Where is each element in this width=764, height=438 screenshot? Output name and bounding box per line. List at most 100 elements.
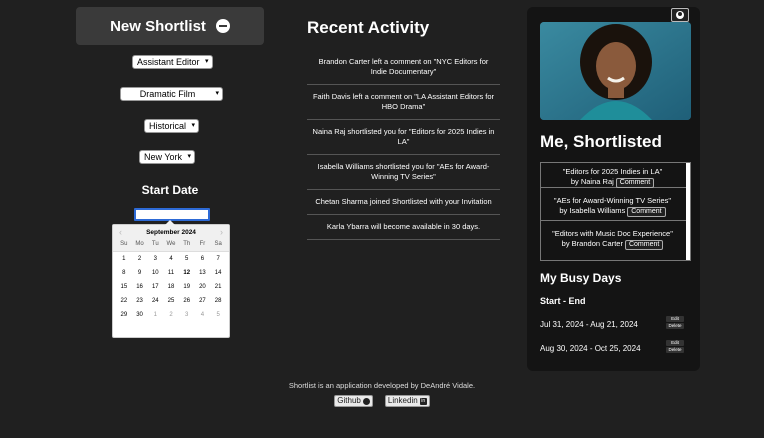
weekday-label: Mo bbox=[135, 241, 144, 247]
calendar-day[interactable]: 6 bbox=[195, 256, 211, 262]
calendar-day[interactable]: 1 bbox=[116, 256, 132, 262]
shortlist-item: "Editors with Music Doc Experience" by B… bbox=[541, 221, 690, 258]
busy-range-text: Jul 31, 2024 - Aug 21, 2024 bbox=[540, 320, 638, 329]
date-picker-calendar: ‹ September 2024 › Su Mo Tu We Th Fr Sa … bbox=[112, 220, 230, 338]
comment-button[interactable]: Comment bbox=[624, 240, 664, 250]
shortlist-item-owner: by Brandon Carter bbox=[561, 239, 623, 248]
comment-button[interactable]: Comment bbox=[615, 178, 655, 188]
calendar-day[interactable]: 13 bbox=[195, 270, 211, 276]
chevron-down-icon: ▾ bbox=[191, 122, 196, 129]
chevron-down-icon: ▾ bbox=[215, 90, 219, 97]
github-link[interactable]: Github bbox=[334, 395, 373, 407]
calendar-day[interactable]: 12 bbox=[179, 270, 195, 276]
shortlist-item-title: "Editors for 2025 Indies in LA" bbox=[562, 167, 663, 176]
calendar-day[interactable]: 24 bbox=[147, 298, 163, 304]
shortlist-item-owner: by Naina Raj bbox=[570, 177, 614, 186]
chevron-down-icon: ▾ bbox=[187, 153, 192, 160]
shortlist-item: "AEs for Award-Winning TV Series" by Isa… bbox=[541, 188, 690, 221]
calendar-day[interactable]: 9 bbox=[132, 270, 148, 276]
edit-button[interactable]: Edit bbox=[666, 316, 684, 322]
start-date-label: Start Date bbox=[141, 183, 199, 197]
linkedin-icon: in bbox=[419, 397, 427, 405]
weekday-label: Th bbox=[183, 241, 191, 247]
github-link-label: Github bbox=[337, 396, 361, 405]
calendar-day[interactable]: 23 bbox=[132, 298, 148, 304]
calendar-day[interactable]: 29 bbox=[116, 312, 132, 318]
linkedin-link-label: Linkedin bbox=[387, 396, 418, 405]
weekday-label: Tu bbox=[151, 241, 159, 247]
new-shortlist-button[interactable]: New Shortlist bbox=[76, 7, 264, 45]
role-select-value: Assistant Editor bbox=[137, 57, 200, 67]
weekday-label: Su bbox=[120, 241, 128, 247]
genre-select-value: Dramatic Film bbox=[139, 89, 196, 99]
category-select-value: Historical bbox=[149, 121, 187, 131]
role-select[interactable]: Assistant Editor ▾ bbox=[132, 55, 213, 69]
weekday-label: We bbox=[166, 241, 176, 247]
linkedin-link[interactable]: Linkedin in bbox=[384, 395, 430, 407]
calendar-day[interactable]: 4 bbox=[195, 312, 211, 318]
calendar-day[interactable]: 22 bbox=[116, 298, 132, 304]
shortlist-item: "Editors for 2025 Indies in LA" by Naina… bbox=[541, 163, 690, 188]
calendar-day[interactable]: 30 bbox=[132, 312, 148, 318]
calendar-day[interactable]: 3 bbox=[179, 312, 195, 318]
calendar-day[interactable]: 20 bbox=[195, 284, 211, 290]
calendar-day[interactable]: 7 bbox=[210, 256, 226, 262]
calendar-day[interactable]: 18 bbox=[163, 284, 179, 290]
user-icon bbox=[676, 11, 684, 19]
profile-button[interactable] bbox=[671, 8, 689, 22]
calendar-month-label: September 2024 bbox=[146, 229, 196, 236]
busy-range-row: Jul 31, 2024 - Aug 21, 2024 Edit Delete bbox=[540, 316, 688, 332]
location-select[interactable]: New York ▾ bbox=[139, 150, 196, 164]
calendar-day[interactable]: 8 bbox=[116, 270, 132, 276]
calendar-day[interactable]: 27 bbox=[195, 298, 211, 304]
shortlist-item-owner: by Isabella Williams bbox=[559, 206, 626, 215]
chevron-right-icon[interactable]: › bbox=[220, 227, 223, 237]
busy-days-subtitle: Start - End bbox=[540, 296, 586, 306]
activity-item: Faith Davis left a comment on "LA Assist… bbox=[307, 85, 500, 120]
calendar-day[interactable]: 28 bbox=[210, 298, 226, 304]
calendar-day[interactable]: 2 bbox=[163, 312, 179, 318]
calendar-day[interactable]: 25 bbox=[163, 298, 179, 304]
calendar-day[interactable]: 16 bbox=[132, 284, 148, 290]
calendar-day[interactable]: 10 bbox=[147, 270, 163, 276]
busy-range-row: Aug 30, 2024 - Oct 25, 2024 Edit Delete bbox=[540, 340, 688, 356]
weekday-label: Fr bbox=[199, 241, 206, 247]
calendar-day[interactable]: 17 bbox=[147, 284, 163, 290]
shortlist-item-title: "Editors with Music Doc Experience" bbox=[552, 229, 673, 238]
comment-button[interactable]: Comment bbox=[627, 207, 666, 217]
calendar-day[interactable]: 21 bbox=[210, 284, 226, 290]
shortlist-scrollbar[interactable] bbox=[686, 163, 690, 260]
calendar-day[interactable]: 1 bbox=[147, 312, 163, 318]
weekday-label: Sa bbox=[214, 241, 222, 247]
calendar-day[interactable]: 19 bbox=[179, 284, 195, 290]
profile-photo-image bbox=[540, 22, 691, 120]
calendar-day[interactable]: 4 bbox=[163, 256, 179, 262]
github-icon bbox=[362, 397, 370, 405]
calendar-day[interactable]: 2 bbox=[132, 256, 148, 262]
calendar-day[interactable]: 26 bbox=[179, 298, 195, 304]
busy-range-text: Aug 30, 2024 - Oct 25, 2024 bbox=[540, 344, 641, 353]
chevron-down-icon: ▾ bbox=[205, 58, 209, 65]
calendar-header: ‹ September 2024 › Su Mo Tu We Th Fr Sa bbox=[113, 225, 229, 252]
minus-circle-icon bbox=[215, 19, 230, 33]
calendar-day[interactable]: 11 bbox=[163, 270, 179, 276]
location-select-value: New York bbox=[144, 152, 183, 162]
calendar-days-grid: 1 2 3 4 5 6 7 8 9 10 11 12 13 14 15 16 17 18 19 20 21 22 23 24 2… bbox=[113, 252, 229, 318]
shortlist-list: "Editors for 2025 Indies in LA" by Naina… bbox=[540, 162, 691, 261]
genre-select[interactable]: Dramatic Film ▾ bbox=[120, 87, 223, 101]
delete-button[interactable]: Delete bbox=[666, 323, 684, 329]
category-select[interactable]: Historical ▾ bbox=[144, 119, 200, 133]
new-shortlist-label: New Shortlist bbox=[110, 17, 206, 35]
calendar-day[interactable]: 14 bbox=[210, 270, 226, 276]
shortlist-item-title: "AEs for Award-Winning TV Series" bbox=[553, 196, 672, 205]
activity-list: Brandon Carter left a comment on "NYC Ed… bbox=[307, 50, 500, 240]
recent-activity-title: Recent Activity bbox=[307, 18, 430, 37]
edit-button[interactable]: Edit bbox=[666, 340, 684, 346]
calendar-day[interactable]: 5 bbox=[179, 256, 195, 262]
calendar-day[interactable]: 15 bbox=[116, 284, 132, 290]
calendar-weekdays: Su Mo Tu We Th Fr Sa bbox=[116, 241, 226, 247]
calendar-day[interactable]: 5 bbox=[210, 312, 226, 318]
delete-button[interactable]: Delete bbox=[666, 347, 684, 353]
calendar-day[interactable]: 3 bbox=[147, 256, 163, 262]
activity-item: Chetan Sharma joined Shortlisted with yo… bbox=[307, 190, 500, 215]
